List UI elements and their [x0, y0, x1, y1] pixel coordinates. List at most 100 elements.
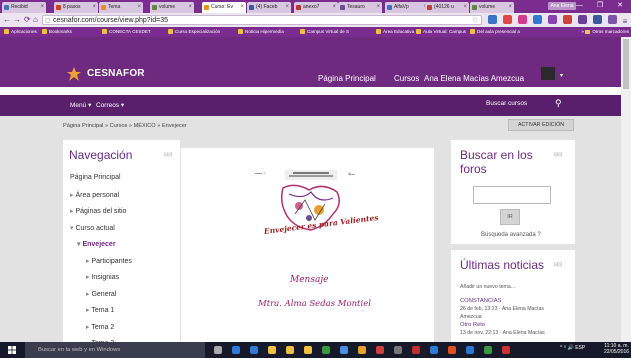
block-controls-icon[interactable]: ⊟⊡: [554, 152, 562, 158]
block-controls-icon[interactable]: ⊟⊡: [554, 262, 562, 268]
bookmark-item[interactable]: Curso Especialización: [168, 27, 220, 37]
extension-icon[interactable]: [562, 15, 572, 24]
nav-item[interactable]: ▸ Tema 2: [86, 323, 114, 331]
search-courses-link[interactable]: Buscar cursos: [486, 100, 527, 107]
avatar[interactable]: [541, 67, 555, 80]
site-logo[interactable]: CESNAFOR: [87, 68, 145, 79]
nav-item[interactable]: ▾ Curso actual: [70, 224, 115, 232]
other-bookmarks[interactable]: » Otros marcadores: [581, 27, 629, 37]
browser-tab[interactable]: (4) Faceb ×: [247, 2, 291, 13]
chevron-down-icon[interactable]: ▾: [560, 72, 563, 79]
close-tab-icon[interactable]: ×: [188, 2, 192, 13]
taskbar-app-icon[interactable]: [340, 346, 348, 354]
browser-tab[interactable]: Recibid ×: [2, 2, 46, 13]
extension-icon[interactable]: [607, 15, 617, 24]
bookmark-item[interactable]: Noticia Hipermedia: [238, 27, 284, 37]
taskbar-app-icon[interactable]: [286, 346, 294, 354]
star-icon[interactable]: ☆: [472, 16, 478, 26]
taskbar-app-icon[interactable]: [484, 346, 492, 354]
taskbar-app-icon[interactable]: [358, 346, 366, 354]
taskbar-app-icon[interactable]: [466, 346, 474, 354]
close-tab-icon[interactable]: ×: [285, 2, 289, 13]
close-tab-icon[interactable]: ×: [332, 2, 336, 13]
nav-item[interactable]: Página Principal: [70, 174, 121, 181]
close-tab-icon[interactable]: ×: [463, 2, 467, 13]
browser-tab[interactable]: (40126 u ×: [425, 2, 469, 13]
news-item-title[interactable]: Otro Reto: [460, 322, 485, 328]
nav-item[interactable]: ▸ Insignias: [86, 273, 119, 281]
browser-tab[interactable]: AlfaVp×: [385, 2, 429, 13]
close-tab-icon[interactable]: ×: [240, 2, 244, 13]
bookmark-item[interactable]: Aplicaciones: [4, 27, 37, 37]
taskbar-app-icon[interactable]: [502, 346, 510, 354]
extension-icon[interactable]: [488, 15, 497, 24]
bookmark-item[interactable]: Campus Virtual de S: [300, 27, 349, 37]
news-item-title[interactable]: CONSTANCIAS: [460, 298, 501, 304]
browser-tab[interactable]: 8 pasos ×: [54, 2, 98, 13]
system-tray[interactable]: ^ ⁽⁽ 🔊 ESP: [560, 345, 585, 351]
forum-search-input[interactable]: [473, 186, 551, 204]
back-icon[interactable]: ←: [3, 15, 11, 24]
browser-tab[interactable]: Tema ×: [99, 2, 143, 13]
block-controls-icon[interactable]: ⊟⊡: [164, 152, 172, 158]
window-controls[interactable]: — ❐ ✕: [576, 1, 629, 9]
bookmark-item[interactable]: Aula Virtual: Campus: [416, 27, 466, 37]
add-topic-link[interactable]: Añadir un nuevo tema...: [460, 284, 515, 290]
url-input[interactable]: ▢ cesnafor.com/course/view.php?id=35 ☆: [42, 15, 482, 25]
nav-item[interactable]: ▸ Tema 1: [86, 306, 114, 314]
nav-item[interactable]: ▸ General: [86, 290, 116, 298]
nav-home-link[interactable]: Página Principal: [318, 74, 376, 83]
close-tab-icon[interactable]: ×: [508, 2, 512, 13]
menu-dropdown[interactable]: Menú ▾: [70, 101, 91, 109]
taskbar-app-icon[interactable]: [430, 346, 438, 354]
taskbar-app-icon[interactable]: [448, 346, 456, 354]
browser-tab[interactable]: Tesauro ×: [338, 2, 382, 13]
bookmark-item[interactable]: Área Educativa: [376, 27, 414, 37]
extension-icon[interactable]: [592, 15, 602, 24]
advanced-search-link[interactable]: Búsqueda avanzada ?: [481, 232, 541, 238]
profile-badge[interactable]: Ana Elena: [548, 2, 576, 10]
bookmark-item[interactable]: Bookmarks: [42, 27, 72, 37]
taskbar-search-input[interactable]: Buscar en la web y en Windows: [25, 342, 205, 358]
bookmark-item[interactable]: Del aula presencial a: [470, 27, 520, 37]
close-tab-icon[interactable]: ×: [376, 2, 380, 13]
taskbar-clock[interactable]: 11:10 a. m. 22/05/2016: [604, 343, 629, 355]
nav-item[interactable]: ▸ Páginas del sitio: [70, 207, 126, 215]
nav-item[interactable]: ▾ Envejecer: [77, 240, 116, 248]
breadcrumb[interactable]: Página Principal » Cursos » MÉXICO » Env…: [63, 123, 187, 129]
nav-courses-link[interactable]: Cursos: [394, 74, 419, 83]
browser-tab[interactable]: volume ×: [150, 2, 194, 13]
extension-icon[interactable]: [577, 15, 587, 24]
nav-item[interactable]: ▸ Área personal: [70, 191, 119, 199]
taskbar-app-icon[interactable]: [214, 346, 222, 354]
reload-icon[interactable]: ⟳: [24, 15, 31, 24]
forum-search-button[interactable]: IR: [500, 209, 520, 225]
extension-icon[interactable]: [547, 15, 557, 24]
home-icon[interactable]: ⌂: [33, 15, 38, 24]
message-heading[interactable]: Mensaje: [290, 275, 328, 285]
taskbar-app-icon[interactable]: [394, 346, 402, 354]
nav-item[interactable]: ▸ Participantes: [86, 257, 132, 265]
browser-tab[interactable]: volume ×: [470, 2, 514, 13]
taskbar-app-icon[interactable]: [250, 346, 258, 354]
browser-tab[interactable]: Curso: Ev ×: [202, 2, 246, 13]
taskbar-app-icon[interactable]: [376, 346, 384, 354]
taskbar-app-icon[interactable]: [304, 346, 312, 354]
mail-dropdown[interactable]: Correos ▾: [96, 101, 124, 109]
taskbar-app-icon[interactable]: [268, 346, 276, 354]
taskbar-app-icon[interactable]: [412, 346, 420, 354]
close-tab-icon[interactable]: ×: [137, 2, 141, 13]
user-name-link[interactable]: Ana Elena Macías Amezcua: [424, 74, 524, 83]
taskbar-app-icon[interactable]: [322, 346, 330, 354]
scrollbar-thumb[interactable]: [623, 39, 629, 89]
close-tab-icon[interactable]: ×: [92, 2, 96, 13]
search-icon[interactable]: ⚲: [555, 98, 562, 109]
bookmark-item[interactable]: CONECTA CESDET: [102, 27, 151, 37]
extension-icon[interactable]: [532, 15, 542, 24]
taskbar-app-icon[interactable]: [232, 346, 240, 354]
extension-icon[interactable]: [502, 15, 512, 24]
enable-editing-button[interactable]: ACTIVAR EDICIÓN: [508, 119, 574, 131]
browser-tab[interactable]: anexo7 ×: [294, 2, 338, 13]
menu-icon[interactable]: ≡: [623, 17, 628, 26]
windows-start-icon[interactable]: [8, 346, 16, 354]
